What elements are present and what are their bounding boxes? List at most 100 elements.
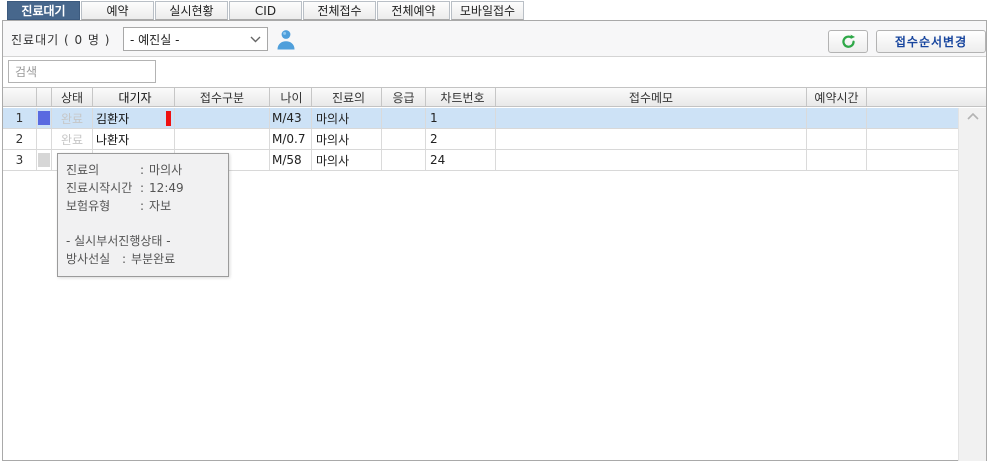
patient-name-cell-text: 김환자 — [96, 110, 129, 127]
table-row[interactable]: 2 완료 나환자 M/0.7 마의사 2 — [3, 129, 986, 150]
tab-reservation[interactable]: 예약 — [81, 1, 154, 20]
row-number-cell-text: 3 — [16, 153, 24, 167]
status-cell: 완료 — [52, 108, 93, 128]
column-header-1[interactable] — [37, 88, 52, 106]
refresh-icon — [841, 34, 856, 49]
urgent-cell — [382, 108, 426, 128]
column-header-6[interactable]: 진료의 — [312, 88, 382, 106]
doctor-cell: 마의사 — [312, 129, 382, 149]
patient-info-tooltip: 진료의 마의사진료시작시간 12:49 보험유형 자보 - 실시부서진행상태 - 방사선… — [57, 153, 229, 277]
tooltip-line-label: 보험유형 — [66, 197, 140, 215]
age-cell-text: M/0.7 — [272, 132, 305, 146]
chart-no-cell: 2 — [426, 129, 496, 149]
status-indicator-cell — [37, 108, 52, 128]
column-header-11[interactable] — [867, 88, 986, 106]
row-number-cell: 3 — [3, 150, 37, 170]
column-header-4[interactable]: 접수구분 — [175, 88, 270, 106]
urgent-cell — [382, 150, 426, 170]
doctor-cell: 마의사 — [312, 150, 382, 170]
tab-waiting[interactable]: 진료대기 — [7, 1, 80, 20]
status-cell: 완료 — [52, 129, 93, 149]
column-header-5[interactable]: 나이 — [270, 88, 312, 106]
tab-bar: 진료대기예약실시현황CID전체접수전체예약모바일접수 — [7, 1, 525, 20]
age-cell-text: M/43 — [272, 111, 302, 125]
tooltip-line-value: 자보 — [149, 197, 171, 215]
tab-all-reservation[interactable]: 전체예약 — [377, 1, 450, 20]
tooltip-line: 진료시작시간 12:49 — [66, 179, 222, 197]
tab-cid[interactable]: CID — [229, 1, 302, 20]
emr-waiting-window: 진료대기예약실시현황CID전체접수전체예약모바일접수 진료대기 ( 0 명 ) … — [0, 0, 990, 471]
scroll-up-icon[interactable] — [967, 113, 979, 120]
exam-room-select[interactable]: - 예진실 - — [123, 27, 268, 51]
reception-type-cell — [175, 129, 270, 149]
age-cell-text: M/58 — [272, 153, 302, 167]
tooltip-line: 진료의 마의사 — [66, 161, 222, 179]
age-cell: M/58 — [270, 150, 312, 170]
tooltip-line-label: 진료의 — [66, 161, 140, 179]
memo-cell — [496, 150, 807, 170]
tooltip-line-value: 12:49 — [149, 179, 184, 197]
tooltip-section-title: - 실시부서진행상태 - — [66, 232, 222, 250]
tooltip-line-value: 마의사 — [149, 161, 182, 179]
vertical-scrollbar[interactable] — [958, 108, 986, 461]
status-cell-text: 완료 — [61, 131, 83, 148]
row-number-cell-text: 2 — [16, 132, 24, 146]
reception-type-cell — [175, 108, 270, 128]
chart-no-cell: 24 — [426, 150, 496, 170]
patient-name-cell-text: 나환자 — [96, 131, 129, 148]
tab-mobile-reception[interactable]: 모바일접수 — [451, 1, 524, 20]
status-indicator-cell — [37, 150, 52, 170]
age-cell: M/0.7 — [270, 129, 312, 149]
column-header-7[interactable]: 응급 — [382, 88, 426, 106]
tooltip-line-colon — [140, 179, 149, 197]
row-number-cell: 2 — [3, 129, 37, 149]
toolbar: 진료대기 ( 0 명 ) - 예진실 - 접수순서변경 — [3, 21, 986, 57]
doctor-cell: 마의사 — [312, 108, 382, 128]
memo-cell — [496, 108, 807, 128]
column-header-9[interactable]: 접수메모 — [496, 88, 807, 106]
column-header-2[interactable]: 상태 — [52, 88, 93, 106]
user-icon[interactable] — [276, 29, 296, 50]
doctor-cell-text: 마의사 — [316, 110, 349, 127]
refresh-button[interactable] — [828, 30, 868, 53]
tooltip-line-label: 진료시작시간 — [66, 179, 140, 197]
search-input[interactable] — [8, 60, 156, 83]
emergency-bar — [166, 111, 171, 126]
chevron-down-icon — [250, 36, 261, 43]
memo-cell — [496, 129, 807, 149]
patient-name-cell: 나환자 — [93, 129, 175, 149]
chart-no-cell-text: 1 — [430, 111, 438, 125]
column-header-3[interactable]: 대기자 — [93, 88, 175, 106]
tooltip-line-colon — [140, 197, 149, 215]
patient-name-cell: 김환자 — [93, 108, 175, 128]
grid-header: 상태대기자접수구분나이진료의응급차트번호접수메모예약시간 — [3, 87, 986, 107]
column-header-10[interactable]: 예약시간 — [807, 88, 867, 106]
doctor-cell-text: 마의사 — [316, 131, 349, 148]
tooltip-line-label: 방사선실 — [66, 250, 122, 268]
reserve-time-cell — [807, 129, 867, 149]
reorder-reception-button[interactable]: 접수순서변경 — [876, 30, 986, 53]
progress-indicator — [38, 111, 50, 125]
tooltip-info-lines: 진료의 마의사진료시작시간 12:49 보험유형 자보 — [66, 161, 222, 215]
urgent-cell — [382, 129, 426, 149]
tooltip-line-colon — [140, 161, 149, 179]
tooltip-line-colon — [122, 250, 131, 268]
age-cell: M/43 — [270, 108, 312, 128]
tab-all-reception[interactable]: 전체접수 — [303, 1, 376, 20]
progress-indicator — [38, 153, 50, 167]
column-header-8[interactable]: 차트번호 — [426, 88, 496, 106]
reserve-time-cell — [807, 150, 867, 170]
row-number-cell-text: 1 — [16, 111, 24, 125]
column-header-0[interactable] — [3, 88, 37, 106]
chart-no-cell-text: 24 — [430, 153, 445, 167]
reorder-reception-label: 접수순서변경 — [895, 33, 967, 50]
tooltip-line: 방사선실 부분완료 — [66, 250, 222, 268]
tooltip-line-value: 부분완료 — [131, 250, 175, 268]
status-cell-text: 완료 — [61, 110, 83, 127]
chart-no-cell-text: 2 — [430, 132, 438, 146]
tab-exec-status[interactable]: 실시현황 — [155, 1, 228, 20]
exam-room-select-value: - 예진실 - — [130, 31, 250, 48]
status-indicator-cell — [37, 129, 52, 149]
table-row[interactable]: 1 완료 김환자 M/43 마의사 1 — [3, 108, 986, 129]
tooltip-dept-lines: 방사선실 부분완료 — [66, 250, 222, 268]
